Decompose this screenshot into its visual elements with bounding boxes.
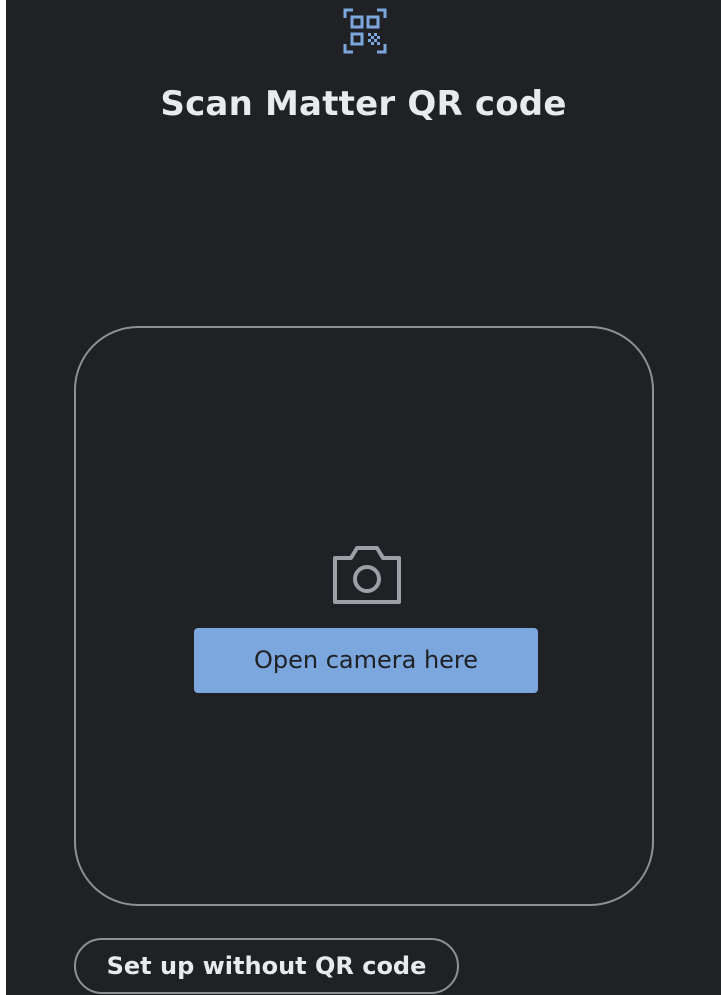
- camera-icon: [331, 544, 403, 606]
- page-title: Scan Matter QR code: [160, 84, 567, 124]
- setup-without-qr-button[interactable]: Set up without QR code: [74, 938, 459, 994]
- qr-code-scanner-icon: [343, 8, 387, 54]
- open-camera-button[interactable]: Open camera here: [194, 628, 538, 693]
- matter-setup-screen: Scan Matter QR code Open camera here Set…: [6, 0, 721, 995]
- camera-viewfinder-panel[interactable]: Open camera here: [74, 326, 654, 906]
